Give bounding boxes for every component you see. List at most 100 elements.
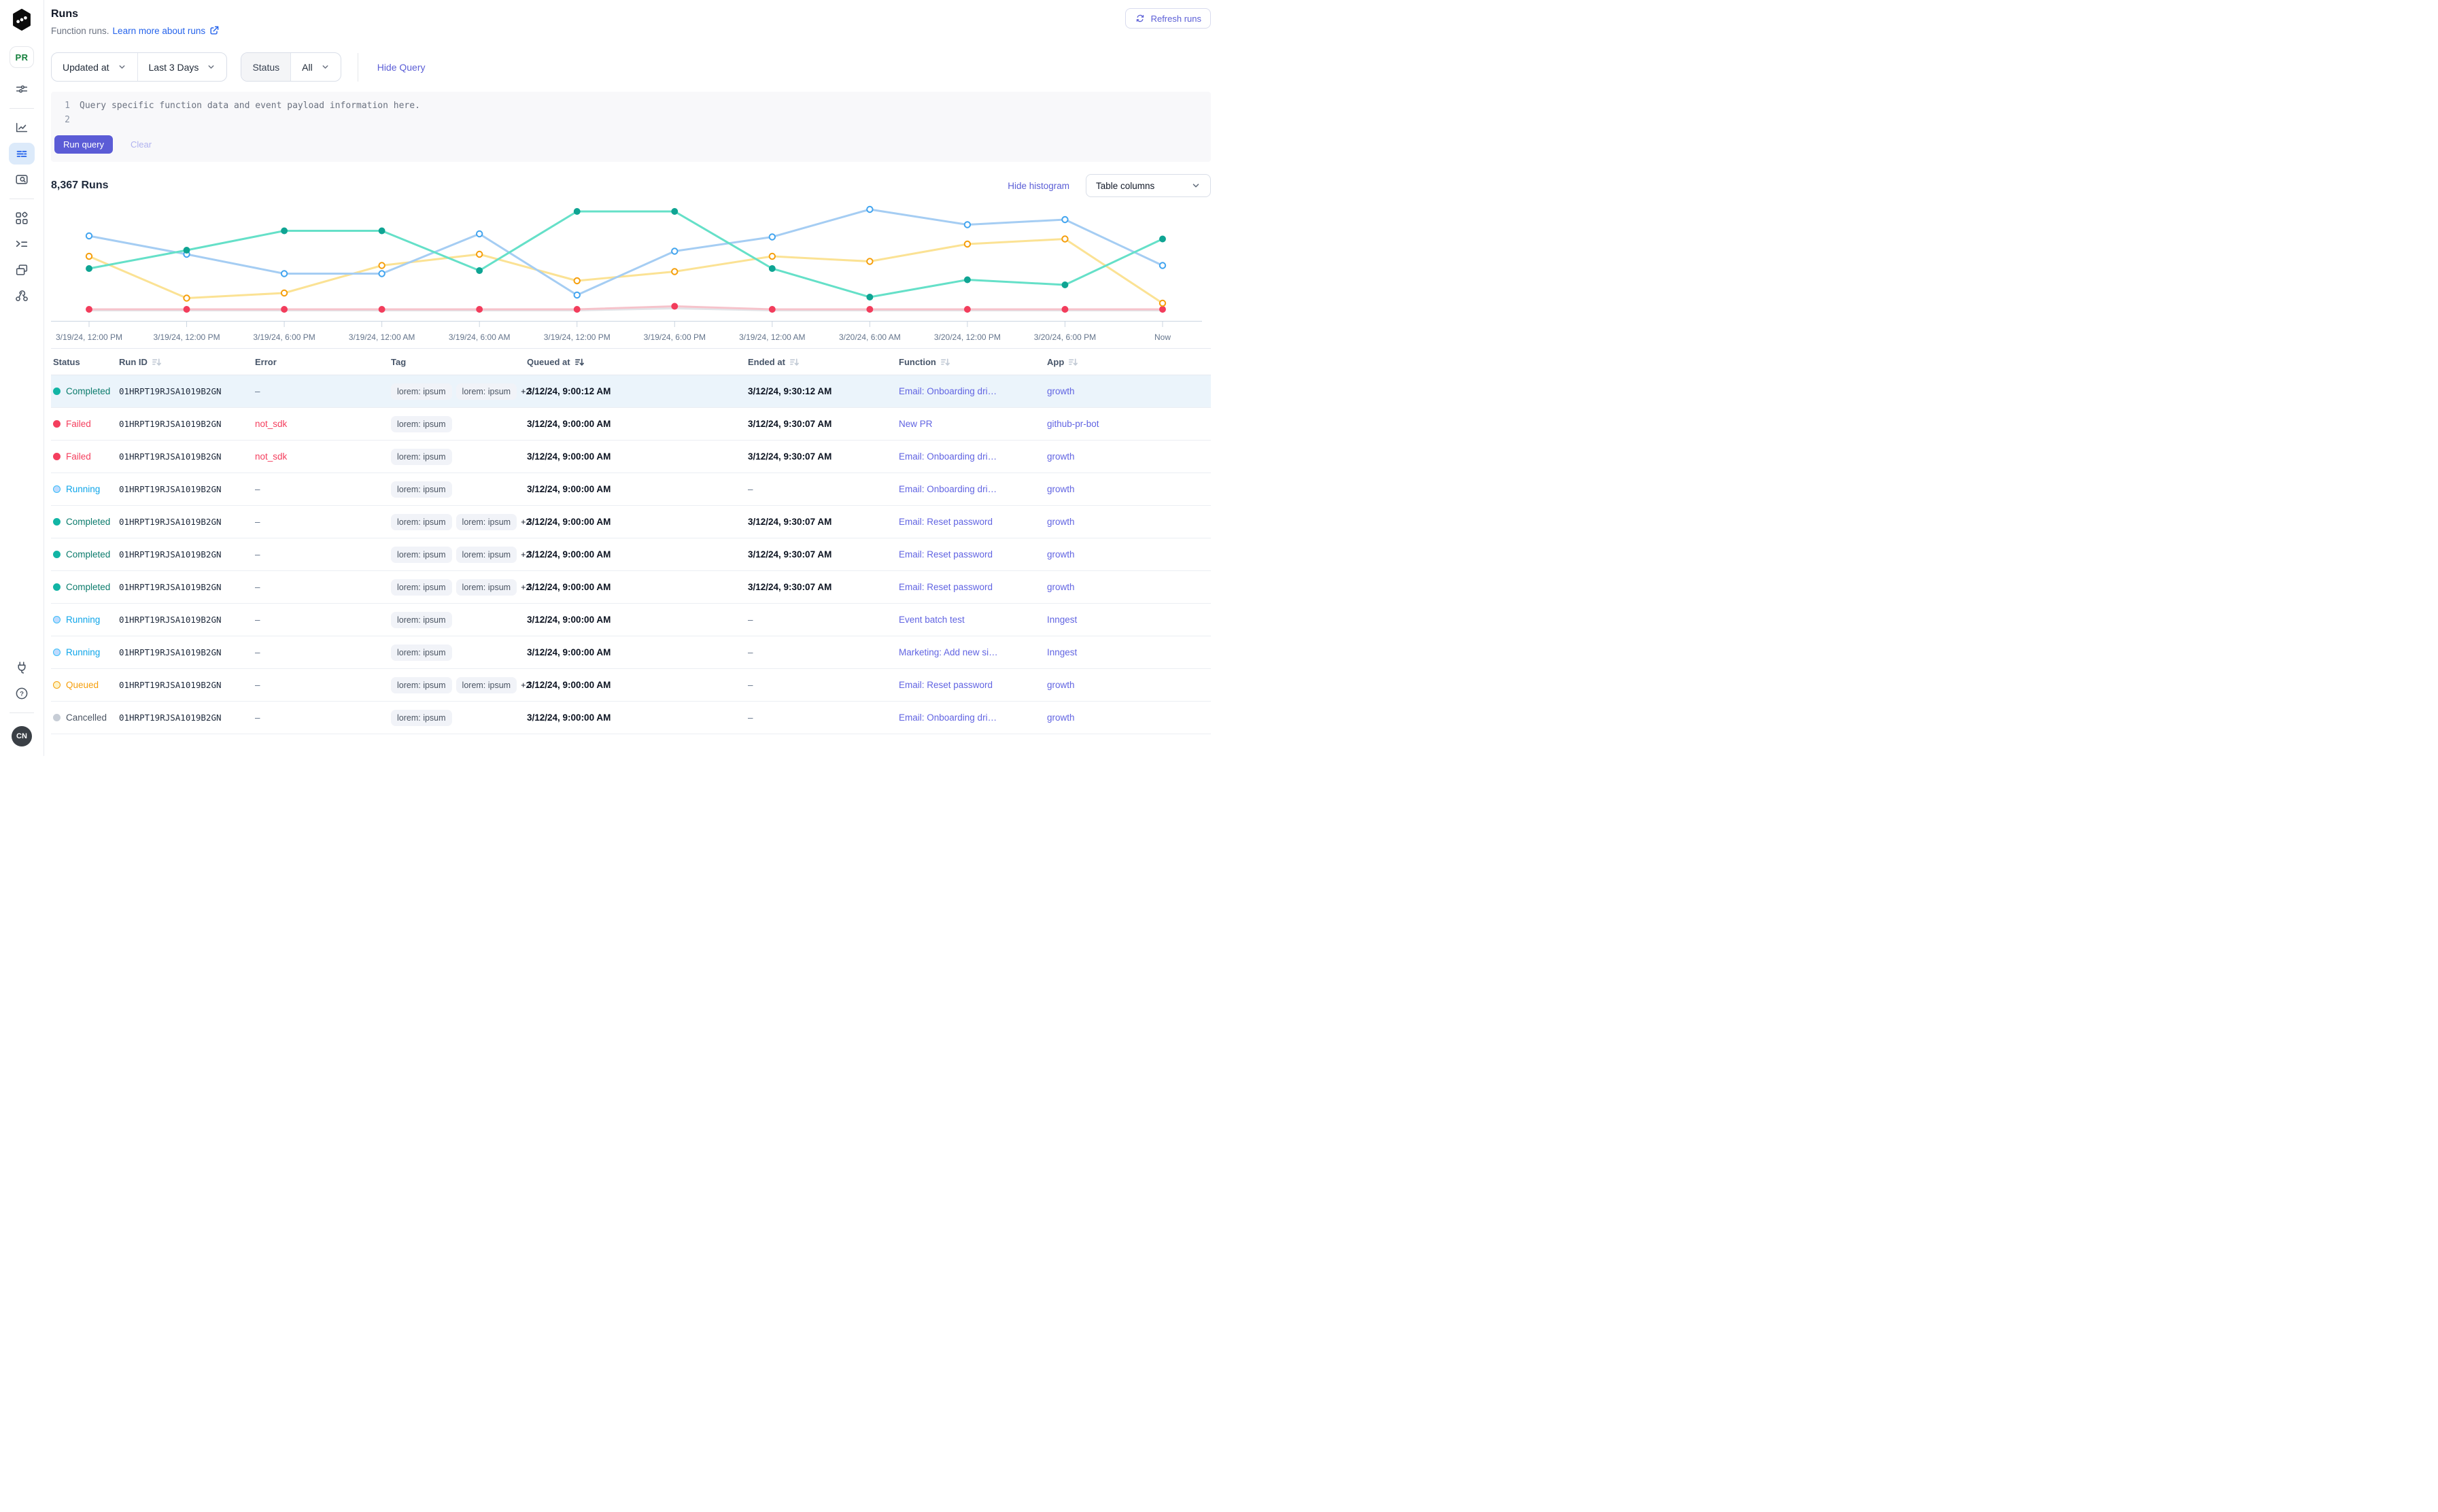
query-line: 2 [51, 113, 1211, 127]
run-query-button[interactable]: Run query [54, 135, 113, 154]
refresh-runs-button[interactable]: Refresh runs [1125, 8, 1211, 29]
chart-point-failed [1160, 307, 1165, 312]
error-value: – [255, 517, 260, 527]
function-link[interactable]: Email: Reset password [899, 680, 993, 690]
app-link[interactable]: github-pr-bot [1047, 419, 1099, 429]
app-link[interactable]: Inngest [1047, 647, 1077, 657]
tag-cell: lorem: ipsumlorem: ipsum+2 [389, 383, 525, 400]
help-icon[interactable]: ? [9, 683, 35, 704]
sort-icon[interactable] [574, 357, 585, 367]
status-label: Completed [66, 582, 110, 592]
webhook-icon[interactable] [9, 285, 35, 307]
sort-icon[interactable] [940, 357, 950, 367]
table-row[interactable]: Running01HRPT19RJSA1019B2GN–lorem: ipsum… [51, 636, 1211, 669]
ended-at-cell: 3/12/24, 9:30:07 AM [746, 582, 897, 592]
learn-more-link[interactable]: Learn more about runs [113, 25, 220, 36]
apps-icon[interactable] [9, 207, 35, 229]
chart-point-completed [281, 228, 287, 233]
function-link[interactable]: Email: Onboarding dri… [899, 712, 997, 723]
sort-icon[interactable] [1068, 357, 1078, 367]
status-label: Running [66, 484, 100, 494]
table-row[interactable]: Queued01HRPT19RJSA1019B2GN–lorem: ipsuml… [51, 669, 1211, 702]
column-header-app[interactable]: App [1045, 357, 1211, 367]
time-field-dropdown[interactable]: Updated at [52, 53, 137, 81]
tag-cell: lorem: ipsum [389, 612, 525, 628]
table-columns-dropdown[interactable]: Table columns [1086, 174, 1211, 197]
sort-icon[interactable] [152, 357, 162, 367]
events-icon[interactable] [9, 233, 35, 255]
table-row[interactable]: Completed01HRPT19RJSA1019B2GN–lorem: ips… [51, 375, 1211, 408]
column-header-queued-at[interactable]: Queued at [525, 357, 746, 367]
dev-server-plug-icon[interactable] [9, 657, 35, 678]
app-link[interactable]: growth [1047, 549, 1075, 560]
run-id-cell: 01HRPT19RJSA1019B2GN [117, 451, 253, 462]
ended-at-cell: – [746, 484, 897, 494]
clear-query-button[interactable]: Clear [126, 139, 156, 150]
app-cell: growth [1045, 451, 1211, 462]
user-avatar[interactable]: CN [12, 726, 32, 746]
table-row[interactable]: Cancelled01HRPT19RJSA1019B2GN–lorem: ips… [51, 702, 1211, 734]
run-id-cell: 01HRPT19RJSA1019B2GN [117, 712, 253, 723]
status-cell: Queued [51, 680, 117, 690]
queued-at-cell: 3/12/24, 9:00:00 AM [525, 549, 746, 560]
sliders-icon[interactable] [9, 78, 35, 100]
inngest-logo-icon[interactable] [12, 9, 32, 33]
app-link[interactable]: growth [1047, 451, 1075, 462]
status-dot-icon [53, 551, 61, 558]
time-range-dropdown[interactable]: Last 3 Days [137, 53, 227, 81]
refresh-icon [1135, 13, 1146, 24]
app-link[interactable]: growth [1047, 386, 1075, 396]
app-link[interactable]: growth [1047, 517, 1075, 527]
chart-point-running [867, 207, 872, 212]
function-link[interactable]: Event batch test [899, 615, 965, 625]
table-row[interactable]: Failed01HRPT19RJSA1019B2GNnot_sdklorem: … [51, 408, 1211, 441]
function-link[interactable]: Email: Reset password [899, 517, 993, 527]
app-link[interactable]: Inngest [1047, 615, 1077, 625]
sort-icon[interactable] [789, 357, 800, 367]
table-row[interactable]: Completed01HRPT19RJSA1019B2GN–lorem: ips… [51, 538, 1211, 571]
function-link[interactable]: Email: Reset password [899, 549, 993, 560]
function-link[interactable]: Email: Reset password [899, 582, 993, 592]
function-link[interactable]: New PR [899, 419, 933, 429]
app-link[interactable]: growth [1047, 582, 1075, 592]
chart-point-running [1160, 262, 1165, 268]
function-link[interactable]: Email: Onboarding dri… [899, 484, 997, 494]
metrics-icon[interactable] [9, 117, 35, 139]
table-row[interactable]: Failed01HRPT19RJSA1019B2GNnot_sdklorem: … [51, 441, 1211, 473]
function-link[interactable]: Marketing: Add new si… [899, 647, 998, 657]
table-row[interactable]: Completed01HRPT19RJSA1019B2GN–lorem: ips… [51, 506, 1211, 538]
ended-at-value: – [748, 615, 753, 625]
app-link[interactable]: growth [1047, 712, 1075, 723]
app-link[interactable]: growth [1047, 484, 1075, 494]
error-cell: – [253, 517, 389, 527]
app-root: PR ? [0, 0, 1219, 756]
ended-at-value: 3/12/24, 9:30:07 AM [748, 549, 831, 560]
table-row[interactable]: Running01HRPT19RJSA1019B2GN–lorem: ipsum… [51, 473, 1211, 506]
chart-point-running [379, 271, 384, 276]
chevron-down-icon [118, 63, 126, 71]
run-id-cell: 01HRPT19RJSA1019B2GN [117, 647, 253, 657]
app-link[interactable]: growth [1047, 680, 1075, 690]
table-row[interactable]: Completed01HRPT19RJSA1019B2GN–lorem: ips… [51, 571, 1211, 604]
column-header-run-id[interactable]: Run ID [117, 357, 253, 367]
hide-histogram-link[interactable]: Hide histogram [1008, 181, 1069, 191]
search-window-icon[interactable] [9, 169, 35, 190]
chart-point-running [672, 248, 677, 254]
chart-point-failed [672, 303, 677, 309]
filters-bar: Updated at Last 3 Days Status All [51, 52, 1211, 82]
workspace-badge[interactable]: PR [10, 46, 34, 68]
tag-chip: lorem: ipsum [391, 449, 452, 465]
functions-icon[interactable] [9, 259, 35, 281]
status-filter-dropdown[interactable]: All [290, 53, 341, 81]
column-header-ended-at[interactable]: Ended at [746, 357, 897, 367]
hide-query-link[interactable]: Hide Query [377, 62, 426, 73]
function-link[interactable]: Email: Onboarding dri… [899, 386, 997, 396]
query-editor[interactable]: 1 Query specific function data and event… [51, 92, 1211, 162]
function-link[interactable]: Email: Onboarding dri… [899, 451, 997, 462]
runs-icon[interactable] [9, 143, 35, 165]
time-filter-group: Updated at Last 3 Days [51, 52, 227, 82]
run-id-cell: 01HRPT19RJSA1019B2GN [117, 484, 253, 494]
status-dot-icon [53, 714, 61, 721]
column-header-function[interactable]: Function [897, 357, 1045, 367]
table-row[interactable]: Running01HRPT19RJSA1019B2GN–lorem: ipsum… [51, 604, 1211, 636]
